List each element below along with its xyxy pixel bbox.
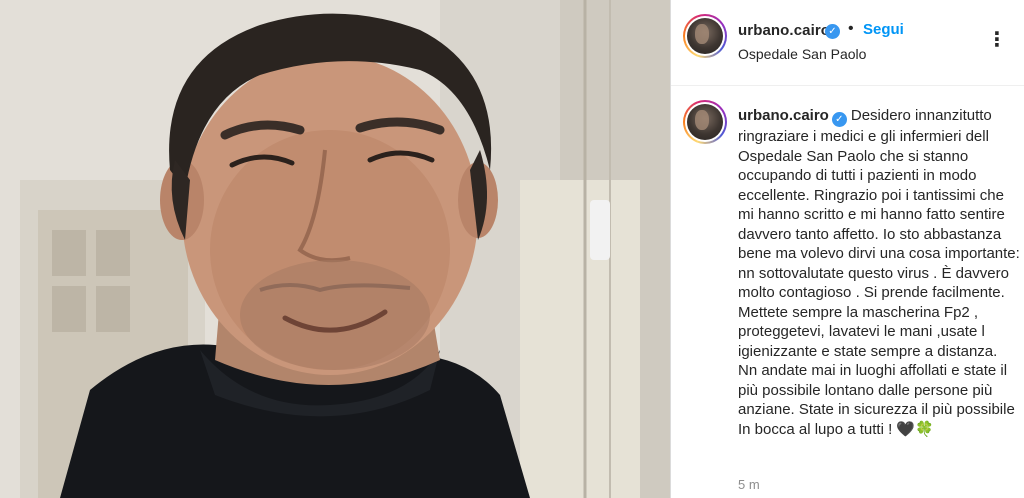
separator-dot: • [848, 20, 854, 37]
more-options-icon[interactable]: ⋮ [987, 30, 1008, 50]
caption: urbano.cairo ✓ Desidero innanzitutto ringr… [738, 106, 1020, 439]
location-link[interactable]: Ospedale San Paolo [738, 46, 866, 62]
caption-avatar[interactable] [683, 100, 727, 144]
post-header: urbano.cairo ✓ • Segui Ospedale San Paol… [671, 0, 1024, 86]
follow-button[interactable]: Segui [863, 21, 904, 38]
verified-badge-icon: ✓ [825, 24, 840, 39]
post-timestamp[interactable]: 5 m [738, 477, 760, 492]
post-photo[interactable] [0, 0, 670, 498]
selfie-man-hospital-photo [0, 0, 670, 498]
author-avatar[interactable] [683, 14, 727, 58]
caption-section: urbano.cairo ✓ Desidero innanzitutto ringr… [671, 86, 1024, 498]
caption-username[interactable]: urbano.cairo [738, 107, 829, 124]
caption-text: Desidero innanzitutto ringraziare i medi… [738, 107, 1020, 438]
author-username[interactable]: urbano.cairo [738, 22, 830, 39]
post-side-panel: urbano.cairo ✓ • Segui Ospedale San Paol… [670, 0, 1024, 498]
verified-badge-icon: ✓ [831, 112, 847, 127]
